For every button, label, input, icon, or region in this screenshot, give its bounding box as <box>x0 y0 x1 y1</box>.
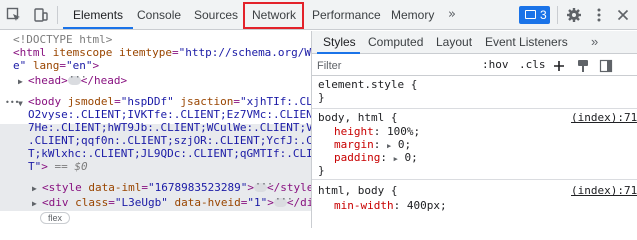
device-toolbar-icon[interactable] <box>33 7 49 23</box>
rule-close-brace: } <box>318 91 325 104</box>
tab-console[interactable]: Console <box>137 0 181 30</box>
div-node[interactable]: <div class="L3eUgb" data-hveid="1"></div… <box>42 194 311 210</box>
rule-divider <box>312 179 637 180</box>
selected-node-marker: == $0 <box>54 160 88 173</box>
rule-selector[interactable]: body, html { <box>318 112 397 124</box>
expand-arrow-icon[interactable]: ▶ <box>18 76 23 89</box>
ellipsis-icon[interactable] <box>67 72 87 85</box>
close-icon[interactable] <box>615 7 631 23</box>
active-subtab-indicator <box>317 52 360 54</box>
css-property[interactable]: height: 100%; <box>334 126 420 138</box>
gear-icon[interactable] <box>566 7 582 23</box>
style-rule: html, body { (index):71 min-width: 400px… <box>312 185 637 225</box>
doctype-node[interactable]: <!DOCTYPE html> <box>13 33 112 47</box>
ellipsis-icon[interactable] <box>273 194 293 207</box>
toggle-sidebar-icon[interactable] <box>599 59 613 73</box>
paint-brush-icon[interactable] <box>576 59 590 73</box>
style-rule: element.style { } <box>312 79 637 107</box>
filter-input[interactable] <box>317 58 467 73</box>
add-rule-icon[interactable] <box>552 59 566 73</box>
network-tab-highlight <box>243 2 304 29</box>
elements-dom-tree: <!DOCTYPE html> <html itemscope itemtype… <box>0 31 311 228</box>
styles-filter-bar: :hov .cls <box>312 55 637 76</box>
message-icon <box>525 10 536 19</box>
toolbar-divider <box>57 6 58 24</box>
more-tabs-button[interactable]: » <box>448 0 456 30</box>
hover-state-toggle[interactable]: :hov <box>482 58 509 71</box>
body-node[interactable]: <body jsmodel="hspDDf" jsaction="xjhTIf:… <box>28 95 311 109</box>
rule-divider <box>312 108 637 109</box>
body-attr-line: 7He:.CLIENT;hWT9Jb:.CLIENT;WCulWe:.CLIEN… <box>28 121 311 134</box>
rule-selector[interactable]: element.style { <box>318 79 417 91</box>
head-node[interactable]: <head></head> <box>28 72 127 88</box>
rule-source-link[interactable]: (index):71 <box>571 112 637 124</box>
toolbar-divider <box>557 6 558 24</box>
tab-performance[interactable]: Performance <box>312 0 381 30</box>
collapse-arrow-icon[interactable]: ▼ <box>18 98 23 111</box>
issues-badge[interactable]: 3 <box>519 6 550 24</box>
expand-arrow-icon[interactable]: ▶ <box>32 183 37 196</box>
expand-arrow-icon: ▶ <box>387 142 392 150</box>
body-attr-line: .CLIENT;qqf0n:.CLIENT;szjOR:.CLIENT;YcfJ… <box>28 134 311 147</box>
class-toggle[interactable]: .cls <box>519 58 546 71</box>
style-rule: body, html { (index):71 height: 100%; ma… <box>312 112 637 176</box>
tab-styles[interactable]: Styles <box>323 31 356 54</box>
tab-elements[interactable]: Elements <box>73 0 123 30</box>
devtools-toolbar: Elements Console Sources Network Perform… <box>0 0 637 30</box>
inspect-element-icon[interactable] <box>6 7 22 23</box>
styles-sidebar: Styles Computed Layout Event Listeners »… <box>312 31 637 228</box>
css-property[interactable]: padding: ▶ 0; <box>334 152 418 166</box>
ellipsis-icon[interactable] <box>253 179 273 192</box>
body-attr-end: T"> == $0 <box>28 160 88 173</box>
tab-sources[interactable]: Sources <box>194 0 238 30</box>
body-attr-line: T;kWlxhc:.CLIENT;JL9QDc:.CLIENT;qGMTIf:.… <box>28 147 311 160</box>
sidebar-tabs: Styles Computed Layout Event Listeners » <box>312 31 637 54</box>
body-attr-line: O2vyse:.CLIENT;IVKTfe:.CLIENT;Ez7VMc:.CL… <box>28 108 311 121</box>
expand-arrow-icon[interactable]: ▶ <box>32 198 37 211</box>
issues-count: 3 <box>540 8 547 22</box>
kebab-menu-icon[interactable] <box>591 7 607 23</box>
active-tab-indicator <box>63 27 133 29</box>
css-property[interactable]: min-width: 400px; <box>334 200 447 212</box>
style-node[interactable]: <style data-iml="1678983523289"></style> <box>42 179 311 195</box>
tab-computed[interactable]: Computed <box>368 31 423 54</box>
expand-arrow-icon: ▶ <box>393 155 398 163</box>
rule-selector[interactable]: html, body { <box>318 185 397 197</box>
tab-memory[interactable]: Memory <box>391 0 434 30</box>
html-node[interactable]: <html itemscope itemtype="http://schema.… <box>13 46 311 60</box>
rule-source-link[interactable]: (index):71 <box>571 185 637 197</box>
rule-close-brace: } <box>318 164 325 177</box>
tab-event-listeners[interactable]: Event Listeners <box>485 31 568 54</box>
flex-badge[interactable]: flex <box>40 212 71 224</box>
more-sidebar-tabs-button[interactable]: » <box>591 31 598 54</box>
tab-layout[interactable]: Layout <box>436 31 472 54</box>
